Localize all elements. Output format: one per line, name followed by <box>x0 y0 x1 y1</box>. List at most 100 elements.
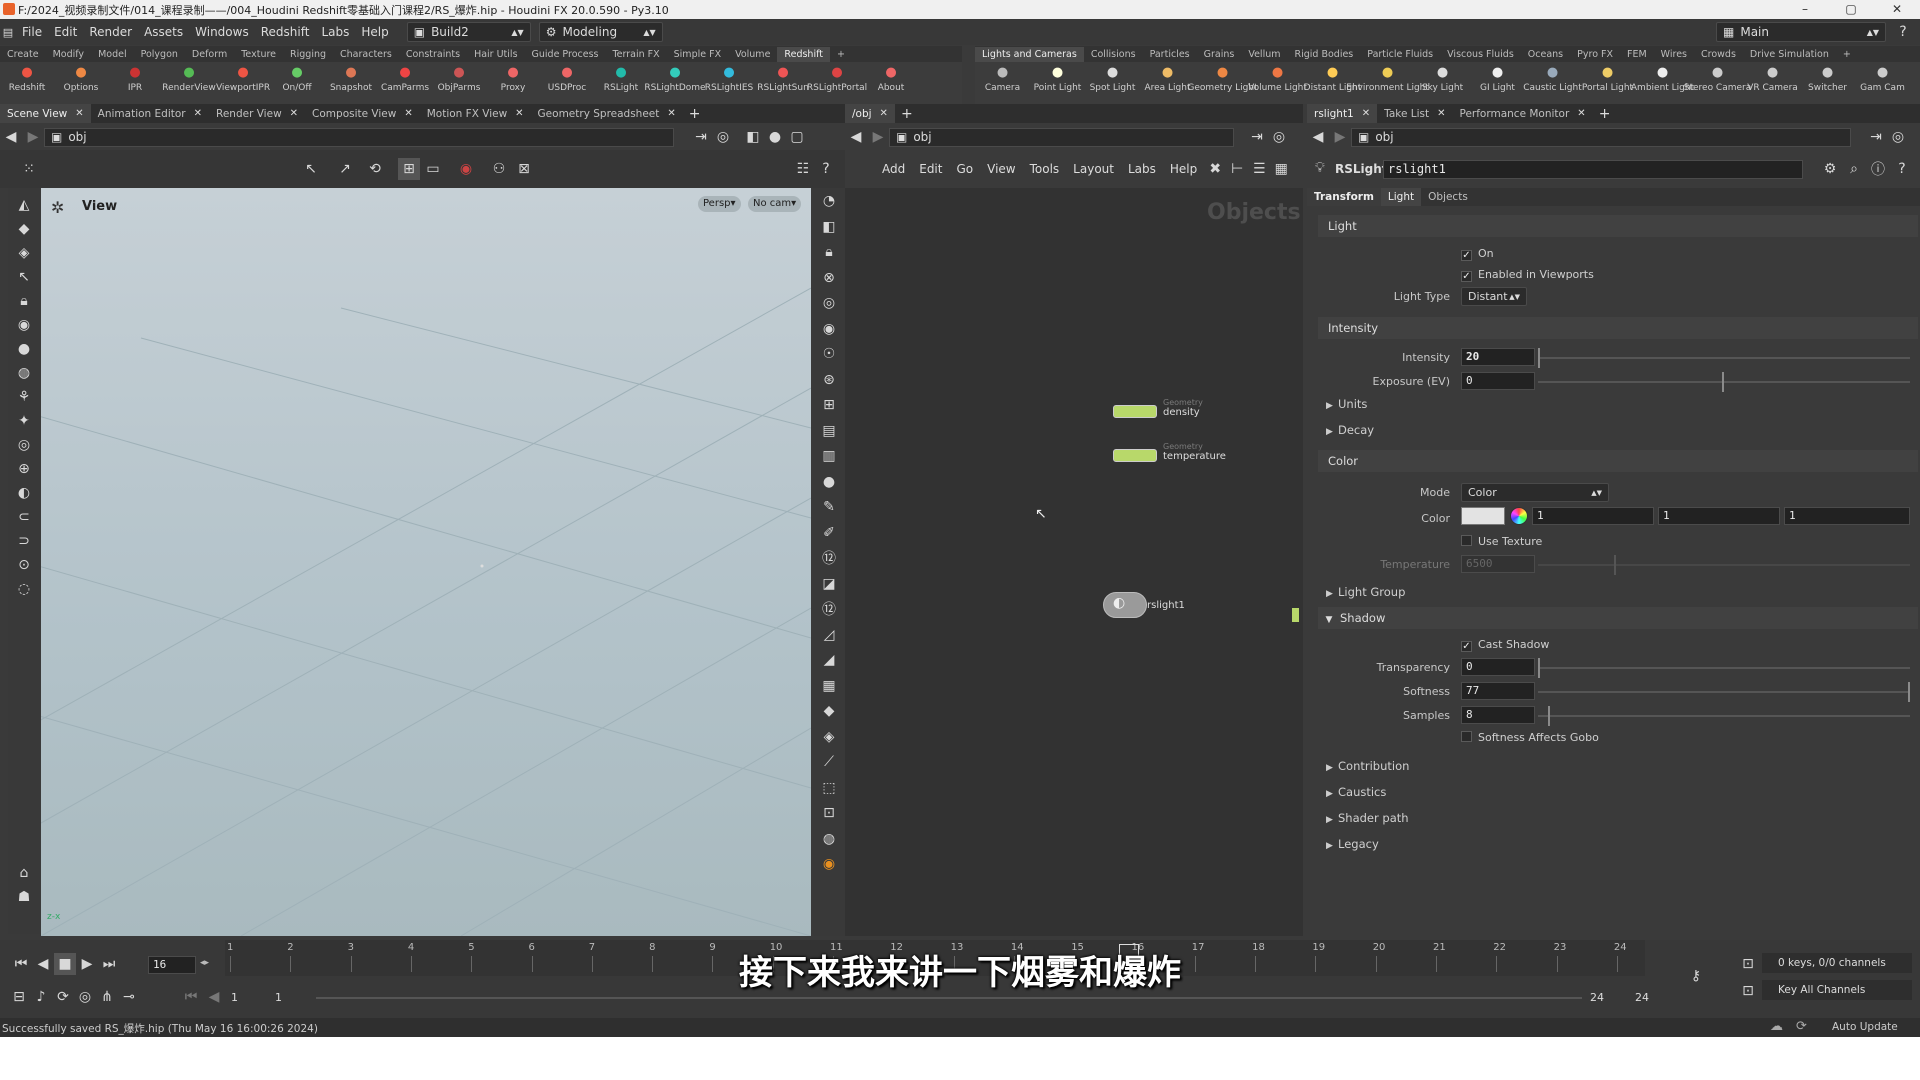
refresh-icon[interactable]: ⟲ <box>364 158 386 180</box>
viewport-option-icon[interactable]: ⑫ <box>818 598 840 620</box>
window-icon[interactable]: ▢ <box>786 126 808 148</box>
viewport-option-icon[interactable]: ⟋ <box>818 751 840 773</box>
pin-icon[interactable]: ⇥ <box>690 126 712 148</box>
shelf-tool-geometry-light[interactable]: ● Geometry Light <box>1187 62 1257 104</box>
color-g-field[interactable]: 1 <box>1658 507 1780 525</box>
scene-path-field[interactable]: ▣ obj <box>44 127 674 147</box>
cube-icon[interactable]: ◧ <box>742 126 764 148</box>
param-path-field[interactable]: ▣ obj <box>1351 127 1851 147</box>
light-on-checkbox[interactable]: ✓ On <box>1461 247 1494 261</box>
viewport-option-icon[interactable]: ◔ <box>818 190 840 212</box>
add-shelf-icon[interactable]: + <box>1836 47 1858 62</box>
shelf-tool-redshift[interactable]: ● Redshift <box>0 62 54 104</box>
jump-end-icon[interactable]: ⏭ <box>98 953 120 975</box>
render-icon[interactable]: ⊠ <box>513 158 535 180</box>
viewport-option-icon[interactable]: ◎ <box>818 292 840 314</box>
home-icon[interactable]: ⌂ <box>13 862 35 884</box>
viewport-option-icon[interactable]: ◉ <box>818 853 840 875</box>
shelf-tab-deform[interactable]: Deform <box>185 47 234 62</box>
net-menu-edit[interactable]: Edit <box>912 162 949 176</box>
select-icon[interactable]: ↖ <box>13 266 35 288</box>
close-icon[interactable]: ✕ <box>1362 108 1370 119</box>
shelf-tab-drive-simulation[interactable]: Drive Simulation <box>1743 47 1836 62</box>
range-end2-field[interactable]: 24 <box>1635 991 1649 1004</box>
net-menu-go[interactable]: Go <box>949 162 980 176</box>
shelf-tab-texture[interactable]: Texture <box>234 47 283 62</box>
scale-icon[interactable]: ◈ <box>13 242 35 264</box>
shelf-tab-lights-and-cameras[interactable]: Lights and Cameras <box>975 47 1084 62</box>
tab-animation-editor[interactable]: Animation Editor ✕ <box>91 104 209 123</box>
fold-legacy[interactable]: ▶ Legacy <box>1326 837 1379 851</box>
target-icon[interactable]: ⊙ <box>13 554 35 576</box>
samples-slider[interactable] <box>1538 706 1910 726</box>
close-icon[interactable]: ✕ <box>404 108 412 119</box>
close-icon[interactable]: ✕ <box>75 108 83 119</box>
samples-field[interactable]: 8 <box>1461 706 1535 724</box>
list-icon[interactable]: ☰ <box>1248 158 1270 180</box>
shelf-tool-ipr[interactable]: ● IPR <box>108 62 162 104</box>
node-temperature[interactable] <box>1113 449 1157 462</box>
net-menu-layout[interactable]: Layout <box>1066 162 1121 176</box>
viewport-option-icon[interactable]: ⊞ <box>818 394 840 416</box>
add-tab-icon[interactable]: + <box>1593 106 1617 122</box>
shelf-tool-viewportipr[interactable]: ● ViewportIPR <box>216 62 270 104</box>
fold-contribution[interactable]: ▶ Contribution <box>1326 759 1409 773</box>
light-type-dropdown[interactable]: Distant ▲▼ <box>1461 287 1527 306</box>
wrench-icon[interactable]: ✖ <box>1204 158 1226 180</box>
back-arrow-icon[interactable]: ◀ <box>1307 126 1329 148</box>
orbit-icon[interactable]: ◐ <box>13 482 35 504</box>
tab-render-view[interactable]: Render View ✕ <box>209 104 305 123</box>
help-icon[interactable]: ? <box>1891 158 1913 180</box>
exposure-field[interactable]: 0 <box>1461 372 1535 390</box>
transparency-field[interactable]: 0 <box>1461 658 1535 676</box>
shelf-tab-guide-process[interactable]: Guide Process <box>525 47 606 62</box>
shelf-tab-particle-fluids[interactable]: Particle Fluids <box>1360 47 1440 62</box>
shelf-tool-stereo-camera[interactable]: ● Stereo Camera <box>1684 62 1752 104</box>
timeline-ruler[interactable]: 1 2 3 4 5 6 7 8 9 10 11 12 13 14 15 16 17 18 19 20 21 22 23 24 <box>225 940 1645 976</box>
magnet-icon[interactable]: ⊂ <box>13 506 35 528</box>
search-icon[interactable]: ⌕ <box>1843 158 1865 180</box>
tab-obj-network[interactable]: /obj ✕ <box>845 104 895 123</box>
tab-composite-view[interactable]: Composite View ✕ <box>305 104 420 123</box>
close-icon[interactable]: ✕ <box>1577 108 1585 119</box>
menu-redshift[interactable]: Redshift <box>255 25 316 39</box>
rotate-icon[interactable]: ◆ <box>13 218 35 240</box>
shelf-tab-vellum[interactable]: Vellum <box>1241 47 1287 62</box>
timeline-cursor[interactable] <box>1119 944 1139 974</box>
net-menu-add[interactable]: Add <box>875 162 912 176</box>
minimize-button[interactable]: – <box>1782 0 1828 19</box>
menu-render[interactable]: Render <box>83 25 138 39</box>
shelf-tab-polygon[interactable]: Polygon <box>134 47 185 62</box>
menu-windows[interactable]: Windows <box>189 25 255 39</box>
viewport-option-icon[interactable]: ◿ <box>818 624 840 646</box>
shelf-tab-simple-fx[interactable]: Simple FX <box>667 47 728 62</box>
range-icon[interactable]: ⊸ <box>118 986 140 1008</box>
temperature-slider[interactable] <box>1538 555 1910 575</box>
viewport-option-icon[interactable]: ◆ <box>818 700 840 722</box>
channel-list-icon[interactable]: ⊡ <box>1737 953 1759 975</box>
color-r-field[interactable]: 1 <box>1532 507 1654 525</box>
fold-units[interactable]: ▶ Units <box>1326 397 1367 411</box>
shelf-tool-sky-light[interactable]: ● Sky Light <box>1415 62 1470 104</box>
snap-icon[interactable]: ⊃ <box>13 530 35 552</box>
shelf-tab-rigging[interactable]: Rigging <box>283 47 333 62</box>
menu-toggle-icon[interactable]: ▤ <box>0 21 16 43</box>
close-icon[interactable]: ✕ <box>880 108 888 119</box>
add-tab-icon[interactable]: + <box>895 106 919 122</box>
menu-file[interactable]: File <box>16 25 48 39</box>
temperature-field[interactable]: 6500 <box>1461 555 1535 573</box>
shelf-tool-usdproc[interactable]: ● USDProc <box>540 62 594 104</box>
shelf-tool-gam-cam[interactable]: ● Gam Cam <box>1855 62 1910 104</box>
layout-icon[interactable]: ☷ <box>792 158 814 180</box>
brush-icon[interactable]: ◍ <box>13 362 35 384</box>
back-arrow-icon[interactable]: ◀ <box>0 126 22 148</box>
link-icon[interactable]: ◎ <box>712 126 734 148</box>
close-icon[interactable]: ✕ <box>290 108 298 119</box>
shelf-tab-collisions[interactable]: Collisions <box>1084 47 1143 62</box>
shelf-tab-rigid-bodies[interactable]: Rigid Bodies <box>1288 47 1361 62</box>
audio-icon[interactable]: ♪ <box>30 986 52 1008</box>
grid-icon[interactable]: ▦ <box>1270 158 1292 180</box>
loop-icon[interactable]: ⟳ <box>52 986 74 1008</box>
menu-edit[interactable]: Edit <box>48 25 83 39</box>
color-wheel-icon[interactable] <box>1510 507 1528 525</box>
